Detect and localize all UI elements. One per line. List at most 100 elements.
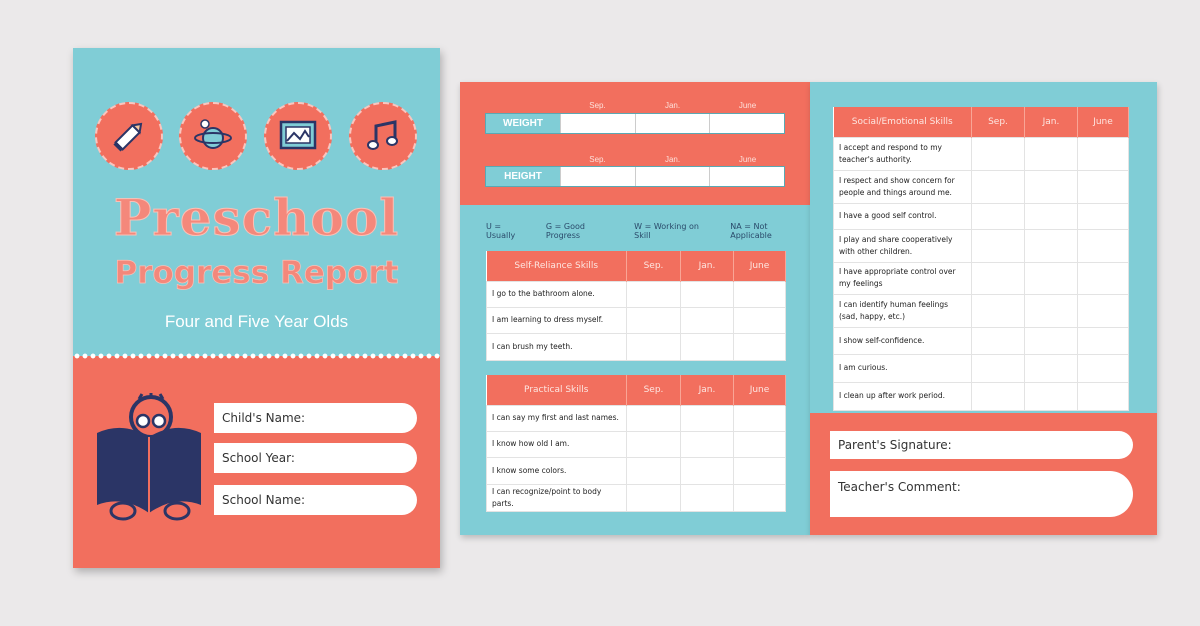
height-cell[interactable] [560,167,635,186]
legend-item: G = Good Progress [545,222,585,240]
grade-cell[interactable] [971,261,1025,295]
grade-cell[interactable] [1024,169,1078,204]
table-row: I can brush my teeth. [486,332,786,361]
grade-cell[interactable] [971,353,1025,383]
right-page: Social/Emotional Skills Sep. Jan. June I acc… [810,82,1157,535]
table-row: I can say my first and last names. [486,404,786,432]
weight-cell[interactable] [709,114,785,133]
report-cover: Preschool Progress Report Four and Five … [73,48,440,568]
grade-cell[interactable] [1024,326,1078,355]
legend-item: NA = Not Applicable [730,222,772,240]
grade-cell[interactable] [626,280,681,308]
table-row: I can identify human feelings (sad, happ… [833,293,1129,328]
grade-cell[interactable] [971,326,1025,355]
grade-cell[interactable] [733,404,786,432]
skill-label: I play and share cooperatively with othe… [833,228,972,263]
grade-cell[interactable] [1077,261,1129,295]
month-label: Sep. [589,155,606,164]
grade-cell[interactable] [1024,293,1078,328]
month-header: Sep. [626,375,681,405]
grade-cell[interactable] [1024,136,1078,171]
grade-cell[interactable] [1024,228,1078,263]
skill-label: I can identify human feelings (sad, happ… [833,293,972,328]
childs-name-field[interactable]: Child's Name: [214,403,417,433]
skill-label: I know how old I am. [486,430,627,458]
grade-cell[interactable] [626,404,681,432]
skill-label: I have a good self control. [833,202,972,230]
grade-cell[interactable] [1077,353,1129,383]
school-year-field[interactable]: School Year: [214,443,417,473]
grade-cell[interactable] [680,332,734,361]
weight-months: Sep. Jan. June [560,101,785,110]
height-cell[interactable] [634,167,710,186]
parent-signature-field[interactable]: Parent's Signature: [830,431,1133,459]
month-header: Jan. [680,251,734,281]
grade-cell[interactable] [680,306,734,334]
grade-cell[interactable] [733,280,786,308]
skill-label: I can say my first and last names. [486,404,627,432]
legend-item: U = Usually [486,222,516,240]
skill-label: I respect and show concern for people an… [833,169,972,204]
grade-cell[interactable] [733,332,786,361]
grading-legend: U = Usually G = Good Progress W = Workin… [486,222,810,240]
month-header: Sep. [626,251,681,281]
table-row: I am learning to dress myself. [486,306,786,334]
grade-cell[interactable] [680,456,734,485]
cover-subtitle: Four and Five Year Olds [164,312,349,331]
grade-cell[interactable] [971,293,1025,328]
table-row: I accept and respond to my teacher's aut… [833,136,1129,171]
grade-cell[interactable] [971,169,1025,204]
weight-cell[interactable] [634,114,710,133]
grade-cell[interactable] [733,483,786,512]
grade-cell[interactable] [626,430,681,458]
grade-cell[interactable] [1077,202,1129,230]
grade-cell[interactable] [1077,169,1129,204]
grade-cell[interactable] [733,430,786,458]
height-cell[interactable] [709,167,785,186]
teacher-comment-field[interactable]: Teacher's Comment: [830,471,1133,517]
grade-cell[interactable] [971,228,1025,263]
skill-label: I can recognize/point to body parts. [486,483,627,512]
skill-label: I accept and respond to my teacher's aut… [833,136,972,171]
grade-cell[interactable] [680,483,734,512]
grade-cell[interactable] [1077,136,1129,171]
table-header: Practical Skills Sep. Jan. June [486,375,786,405]
grade-cell[interactable] [1024,353,1078,383]
grade-cell[interactable] [733,456,786,485]
grade-cell[interactable] [626,483,681,512]
grade-cell[interactable] [733,306,786,334]
grade-cell[interactable] [1024,261,1078,295]
skill-label: I have appropriate control over my feeli… [833,261,972,295]
grade-cell[interactable] [1077,326,1129,355]
table-row: I know how old I am. [486,430,786,458]
grade-cell[interactable] [971,381,1025,411]
grade-cell[interactable] [680,430,734,458]
grade-cell[interactable] [626,306,681,334]
planet-icon [179,102,247,170]
grade-cell[interactable] [626,456,681,485]
skill-label: I am curious. [833,353,972,383]
picture-frame-icon [264,102,332,170]
self-reliance-table: Self-Reliance Skills Sep. Jan. June I go to … [486,251,786,361]
cover-title: Preschool [113,188,400,248]
table-title: Practical Skills [486,375,627,405]
dotted-divider [73,350,440,362]
grade-cell[interactable] [1024,381,1078,411]
grade-cell[interactable] [1077,293,1129,328]
grade-cell[interactable] [971,136,1025,171]
grade-cell[interactable] [680,280,734,308]
pencil-icon [95,102,163,170]
grade-cell[interactable] [626,332,681,361]
table-row: I play and share cooperatively with othe… [833,228,1129,263]
grade-cell[interactable] [1024,202,1078,230]
weight-cell[interactable] [560,114,635,133]
school-name-field[interactable]: School Name: [214,485,417,515]
grade-cell[interactable] [1077,228,1129,263]
weight-label: WEIGHT [486,114,560,133]
skill-label: I go to the bathroom alone. [486,280,627,308]
grade-cell[interactable] [680,404,734,432]
grade-cell[interactable] [971,202,1025,230]
month-header: June [733,375,786,405]
grade-cell[interactable] [1077,381,1129,411]
table-title: Self-Reliance Skills [486,251,627,281]
